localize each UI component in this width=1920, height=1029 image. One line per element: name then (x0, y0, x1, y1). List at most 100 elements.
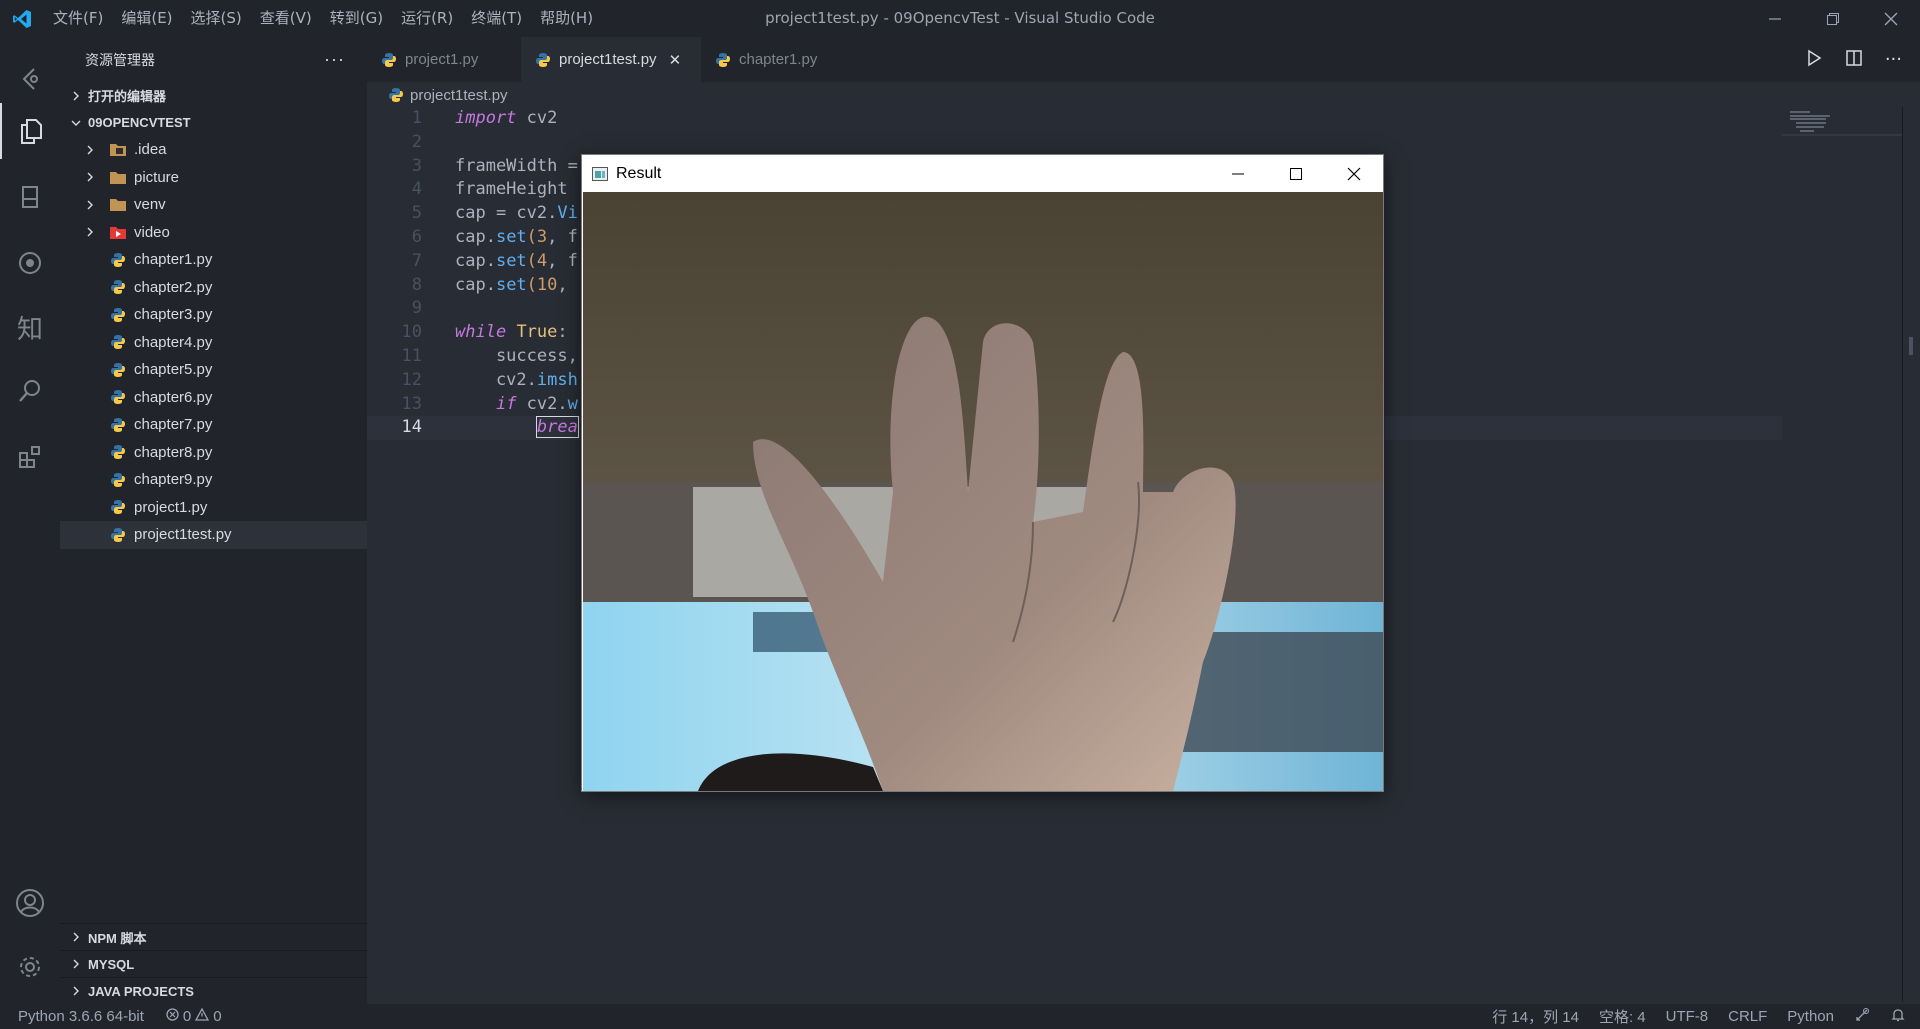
code-line: 1 import cv2 (367, 107, 1782, 131)
editor-actions: ··· (1805, 37, 1902, 82)
project-section[interactable]: 09OPENCVTEST (60, 109, 367, 136)
file-item[interactable]: chapter6.py (60, 384, 367, 412)
line-number: 4 (411, 179, 422, 200)
tab-chapter1[interactable]: chapter1.py (701, 37, 861, 82)
zhihu-icon[interactable]: 知 (0, 299, 60, 355)
extensions-icon[interactable] (0, 429, 60, 485)
breadcrumb[interactable]: project1test.py (388, 84, 508, 106)
mysql-section[interactable]: MYSQL (60, 950, 367, 977)
menu-view[interactable]: 查看(V) (251, 0, 321, 37)
code-token: while (455, 322, 507, 343)
editor-tabs: project1.py project1test.py ✕ chapter1.p… (367, 37, 1920, 82)
python-interpreter[interactable]: Python 3.6.6 64-bit (18, 1008, 144, 1025)
problems-indicator[interactable]: 0 0 (166, 1007, 222, 1025)
code-token: success, (455, 345, 578, 366)
bell-icon[interactable] (1890, 1007, 1906, 1027)
folder-venv[interactable]: venv (60, 191, 367, 219)
status-bar: Python 3.6.6 64-bit 0 0 行 14，列 14 空格: 4 … (0, 1004, 1920, 1029)
python-file-icon (381, 52, 397, 68)
more-actions-icon[interactable]: ··· (324, 49, 345, 70)
file-item[interactable]: chapter2.py (60, 274, 367, 302)
close-window-button[interactable] (1862, 0, 1920, 37)
python-file-icon (108, 306, 128, 324)
close-tab-icon[interactable]: ✕ (669, 51, 682, 69)
line-number: 6 (411, 226, 422, 247)
notebook-icon[interactable] (0, 169, 60, 225)
project-label: 09OPENCVTEST (88, 115, 191, 130)
run-debug-icon[interactable] (0, 235, 60, 291)
menu-help[interactable]: 帮助(H) (531, 0, 602, 37)
result-maximize-button[interactable] (1267, 155, 1325, 192)
result-close-button[interactable] (1325, 155, 1383, 192)
split-editor-icon[interactable] (1845, 49, 1863, 71)
java-projects-section[interactable]: JAVA PROJECTS (60, 977, 367, 1004)
npm-scripts-section[interactable]: NPM 脚本 (60, 923, 367, 950)
run-icon[interactable] (1805, 49, 1823, 71)
restore-button[interactable] (1804, 0, 1862, 37)
folder-video[interactable]: video (60, 219, 367, 247)
language-mode[interactable]: Python (1787, 1008, 1834, 1025)
file-item[interactable]: chapter8.py (60, 439, 367, 467)
result-minimize-button[interactable] (1209, 155, 1267, 192)
result-window[interactable]: Result (581, 154, 1384, 792)
title-bar: 文件(F) 编辑(E) 选择(S) 查看(V) 转到(G) 运行(R) 终端(T… (0, 0, 1920, 37)
tab-label: project1.py (405, 51, 479, 68)
indentation[interactable]: 空格: 4 (1599, 1006, 1646, 1027)
file-item[interactable]: chapter3.py (60, 301, 367, 329)
file-item[interactable]: chapter9.py (60, 466, 367, 494)
account-icon[interactable] (0, 875, 60, 931)
breadcrumb-file: project1test.py (410, 86, 508, 104)
file-item[interactable]: project1.py (60, 494, 367, 522)
code-token: , f (547, 226, 578, 247)
warning-count: 0 (213, 1008, 222, 1025)
file-label: chapter2.py (134, 278, 213, 296)
video-folder-icon (108, 223, 128, 241)
explorer-header: 资源管理器 ··· (60, 37, 367, 82)
open-editors-section[interactable]: 打开的编辑器 (60, 82, 367, 109)
search-icon[interactable] (0, 363, 60, 419)
python-file-icon (108, 443, 128, 461)
line-ending[interactable]: CRLF (1728, 1008, 1767, 1025)
code-token: 4 (536, 250, 548, 271)
encoding[interactable]: UTF-8 (1666, 1008, 1709, 1025)
menu-selection[interactable]: 选择(S) (182, 0, 251, 37)
error-icon (166, 1008, 179, 1025)
timeline-icon[interactable] (0, 51, 60, 107)
minimize-button[interactable] (1746, 0, 1804, 37)
file-item[interactable]: chapter1.py (60, 246, 367, 274)
folder-idea[interactable]: .idea (60, 136, 367, 164)
feedback-icon[interactable] (1854, 1007, 1870, 1027)
menu-terminal[interactable]: 终端(T) (462, 0, 531, 37)
warning-icon (195, 1007, 210, 1025)
folder-picture[interactable]: picture (60, 164, 367, 192)
menu-run[interactable]: 运行(R) (392, 0, 462, 37)
file-item[interactable]: project1test.py (60, 521, 367, 549)
chevron-right-icon (68, 932, 84, 942)
cursor-position[interactable]: 行 14，列 14 (1492, 1006, 1579, 1027)
code-token: frameHeight (455, 179, 568, 200)
file-label: chapter7.py (134, 416, 213, 434)
menu-file[interactable]: 文件(F) (44, 0, 112, 37)
window-controls (1746, 0, 1920, 37)
more-icon[interactable]: ··· (1885, 49, 1902, 70)
python-file-icon (108, 278, 128, 296)
menu-go[interactable]: 转到(G) (321, 0, 392, 37)
file-label: project1.py (134, 498, 208, 516)
line-number: 1 (411, 108, 422, 128)
file-item[interactable]: chapter4.py (60, 329, 367, 357)
menu-edit[interactable]: 编辑(E) (112, 0, 181, 37)
settings-icon[interactable] (0, 939, 60, 995)
explorer-icon[interactable] (0, 103, 60, 159)
minimap[interactable] (1782, 107, 1902, 137)
python-file-icon (715, 52, 731, 68)
python-file-icon (108, 361, 128, 379)
result-window-controls (1209, 155, 1383, 192)
vertical-scrollbar[interactable] (1902, 107, 1920, 1002)
tab-project1[interactable]: project1.py (367, 37, 521, 82)
code-token: Vi (557, 203, 578, 224)
code-token: : (557, 322, 568, 343)
scrollbar-thumb[interactable] (1909, 337, 1913, 355)
tab-project1test[interactable]: project1test.py ✕ (521, 37, 701, 82)
file-item[interactable]: chapter5.py (60, 356, 367, 384)
file-item[interactable]: chapter7.py (60, 411, 367, 439)
